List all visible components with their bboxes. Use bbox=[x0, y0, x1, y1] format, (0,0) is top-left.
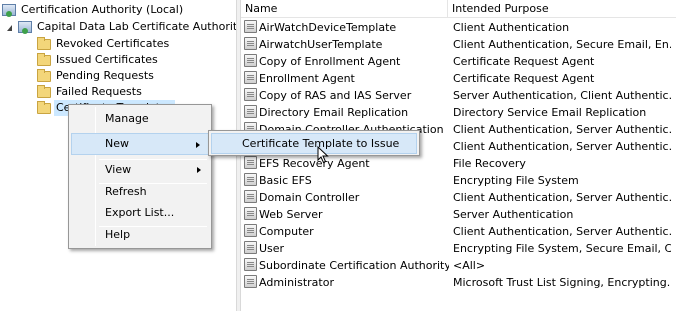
certificate-template-icon bbox=[244, 207, 257, 220]
certificate-template-icon bbox=[244, 54, 257, 67]
folder-icon bbox=[37, 69, 51, 82]
certificate-template-icon bbox=[244, 241, 257, 254]
context-menu: Manage New View Refresh Export List... H… bbox=[68, 104, 212, 249]
ca-server-icon bbox=[18, 21, 32, 34]
list-row[interactable]: Administrator Microsoft Trust List Signi… bbox=[241, 274, 676, 291]
list-row[interactable]: Directory Email Replication Directory Se… bbox=[241, 104, 676, 121]
expand-arrow-icon[interactable] bbox=[7, 25, 12, 31]
list-row[interactable]: Subordinate Certification Authority <All… bbox=[241, 257, 676, 274]
menu-item-certificate-template-to-issue[interactable]: Certificate Template to Issue bbox=[211, 133, 417, 154]
menu-item-refresh[interactable]: Refresh bbox=[71, 181, 209, 203]
list-row[interactable]: Computer Client Authentication, Server A… bbox=[241, 223, 676, 240]
certificate-template-icon bbox=[244, 37, 257, 50]
submenu-arrow-icon bbox=[196, 142, 200, 148]
list-row[interactable]: AirwatchUserTemplate Client Authenticati… bbox=[241, 36, 676, 53]
menu-item-export-list[interactable]: Export List... bbox=[71, 202, 209, 224]
list-row[interactable]: User Encrypting File System, Secure Emai… bbox=[241, 240, 676, 257]
column-header-intended-purpose[interactable]: Intended Purpose bbox=[448, 0, 676, 18]
certificate-template-icon bbox=[244, 156, 257, 169]
list-row[interactable]: Domain Controller Client Authentication,… bbox=[241, 189, 676, 206]
column-header-name[interactable]: Name bbox=[241, 0, 448, 18]
certificate-template-icon bbox=[244, 224, 257, 237]
list-row[interactable]: Enrollment Agent Certificate Request Age… bbox=[241, 70, 676, 87]
menu-item-new-label: New bbox=[105, 137, 129, 150]
submenu-arrow-icon bbox=[197, 167, 201, 173]
menu-item-view[interactable]: View bbox=[71, 159, 209, 181]
certification-authority-icon bbox=[2, 4, 16, 17]
folder-icon bbox=[37, 53, 51, 66]
list-row[interactable]: Web Server Server Authentication bbox=[241, 206, 676, 223]
folder-icon bbox=[37, 85, 51, 98]
certificate-template-icon bbox=[244, 190, 257, 203]
list-header: Name Intended Purpose bbox=[241, 0, 676, 18]
list-row[interactable]: Basic EFS Encrypting File System bbox=[241, 172, 676, 189]
certificate-template-icon bbox=[244, 71, 257, 84]
menu-item-new[interactable]: New bbox=[71, 133, 209, 155]
list-row[interactable]: AirWatchDeviceTemplate Client Authentica… bbox=[241, 19, 676, 36]
certificate-template-icon bbox=[244, 105, 257, 118]
certificate-template-icon bbox=[244, 173, 257, 186]
menu-item-manage[interactable]: Manage bbox=[71, 108, 209, 130]
list-row[interactable]: Copy of RAS and IAS Server Server Authen… bbox=[241, 87, 676, 104]
certificate-template-icon bbox=[244, 275, 257, 288]
folder-icon bbox=[37, 37, 51, 50]
certificate-template-icon bbox=[244, 20, 257, 33]
new-submenu: Certificate Template to Issue bbox=[208, 130, 420, 156]
certificate-template-icon bbox=[244, 88, 257, 101]
list-row[interactable]: EFS Recovery Agent File Recovery bbox=[241, 155, 676, 172]
certificate-template-icon bbox=[244, 258, 257, 271]
menu-item-help[interactable]: Help bbox=[71, 224, 209, 246]
folder-icon bbox=[37, 101, 51, 114]
menu-item-view-label: View bbox=[105, 163, 132, 176]
list-row[interactable]: Copy of Enrollment Agent Certificate Req… bbox=[241, 53, 676, 70]
